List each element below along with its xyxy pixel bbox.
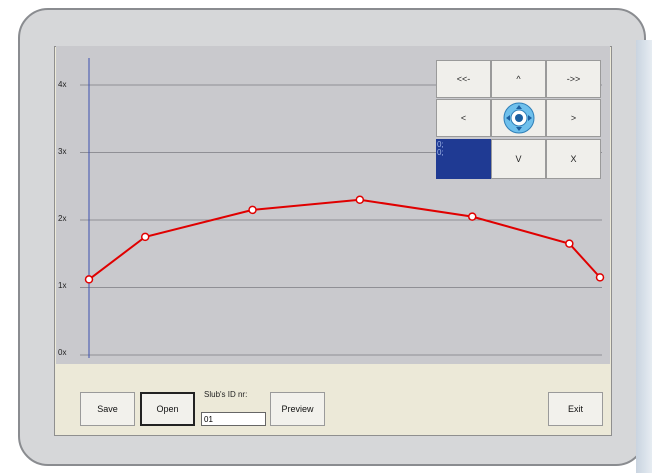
right-label: >: [570, 113, 577, 123]
exit-label: Exit: [567, 404, 583, 414]
rewind-label: <<-: [456, 74, 471, 84]
series-line: [88, 198, 601, 281]
close-button[interactable]: X: [546, 139, 601, 179]
data-point[interactable]: [468, 212, 477, 221]
move-joystick-icon: [503, 102, 534, 134]
rewind-button[interactable]: <<-: [436, 60, 491, 98]
left-label: <: [460, 113, 467, 123]
exit-button[interactable]: Exit: [548, 392, 603, 426]
close-label: X: [570, 154, 577, 164]
down-button[interactable]: V: [491, 139, 546, 179]
slub-id-label: Slub's ID nr:: [204, 390, 248, 399]
down-label: V: [515, 154, 522, 164]
data-point[interactable]: [595, 273, 605, 282]
up-label: ^: [516, 74, 521, 84]
open-button[interactable]: Open: [140, 392, 195, 426]
center-button[interactable]: [491, 99, 546, 137]
data-point[interactable]: [248, 205, 257, 215]
preview-button[interactable]: Preview: [270, 392, 325, 426]
up-button[interactable]: ^: [491, 60, 546, 98]
readout-line: 0;: [437, 140, 444, 149]
left-button[interactable]: <: [436, 99, 491, 137]
preview-label: Preview: [281, 404, 314, 414]
save-button[interactable]: Save: [80, 392, 135, 426]
forward-button[interactable]: ->>: [546, 60, 601, 98]
right-button[interactable]: >: [546, 99, 601, 137]
data-point[interactable]: [84, 275, 94, 284]
data-point[interactable]: [140, 232, 150, 242]
open-label: Open: [156, 404, 179, 414]
save-label: Save: [97, 404, 118, 414]
readout-line: 0;: [437, 148, 444, 157]
position-readout: 0; 0;: [436, 139, 491, 179]
slub-id-input[interactable]: [201, 412, 266, 426]
forward-label: ->>: [566, 74, 581, 84]
data-point[interactable]: [355, 195, 365, 204]
data-point[interactable]: [565, 239, 574, 248]
